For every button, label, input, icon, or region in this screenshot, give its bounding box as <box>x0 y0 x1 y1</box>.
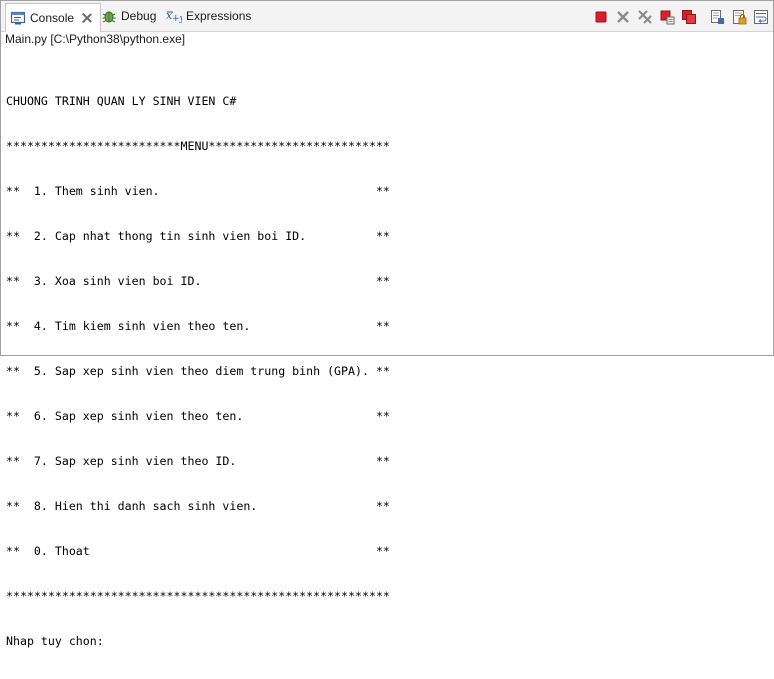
remove-all-terminated-icon <box>638 10 652 24</box>
console-output[interactable]: CHUONG TRINH QUAN LY SINH VIEN C# ******… <box>6 64 390 679</box>
console-line: ** 4. Tim kiem sinh vien theo ten. ** <box>6 319 390 333</box>
console-line: CHUONG TRINH QUAN LY SINH VIEN C# <box>6 94 237 108</box>
tab-debug-label: Debug <box>121 9 157 23</box>
svg-text:+y: +y <box>172 14 182 24</box>
console-line: ** 8. Hien thi danh sach sinh vien. ** <box>6 499 390 513</box>
close-icon[interactable] <box>82 13 92 23</box>
console-line: ** 2. Cap nhat thong tin sinh vien boi I… <box>6 229 390 243</box>
terminate-all-icon <box>682 10 696 24</box>
process-label: Main.py [C:\Python38\python.exe] <box>5 32 186 46</box>
console-line: ** 3. Xoa sinh vien boi ID. ** <box>6 274 390 288</box>
tab-console-label: Console <box>30 11 75 25</box>
console-line: ****************************************… <box>6 589 390 603</box>
console-toolbar <box>587 8 769 26</box>
console-line: ** 7. Sap xep sinh vien theo ID. ** <box>6 454 390 468</box>
terminate-icon <box>595 11 607 23</box>
console-line: *************************MENU***********… <box>6 139 390 153</box>
scroll-lock-icon <box>733 10 747 25</box>
remove-launch-icon <box>617 11 629 23</box>
console-line: ** 5. Sap xep sinh vien theo diem trung … <box>6 364 390 378</box>
debug-bug-icon <box>101 8 117 24</box>
stop-process-icon <box>660 10 675 25</box>
scroll-lock-button[interactable] <box>731 9 747 25</box>
remove-launch-button[interactable] <box>615 9 631 25</box>
terminate-button[interactable] <box>593 9 609 25</box>
terminate-all-button[interactable] <box>681 9 697 25</box>
console-line: ** 0. Thoat ** <box>6 544 390 558</box>
clear-console-icon <box>711 10 724 24</box>
console-input-prompt[interactable]: Nhap tuy chon: <box>6 634 390 649</box>
tab-console[interactable]: Console <box>5 3 101 32</box>
word-wrap-icon <box>754 10 768 24</box>
word-wrap-button[interactable] <box>753 9 769 25</box>
clear-console-button[interactable] <box>709 9 725 25</box>
console-line: ** 6. Sap xep sinh vien theo ten. ** <box>6 409 390 423</box>
tab-debug[interactable]: Debug <box>101 3 161 29</box>
stop-process-button[interactable] <box>659 9 675 25</box>
tab-expressions-label: Expressions <box>186 9 252 23</box>
console-icon <box>10 10 26 26</box>
remove-all-terminated-button[interactable] <box>637 9 653 25</box>
console-line: ** 1. Them sinh vien. ** <box>6 184 390 198</box>
tab-expressions[interactable]: x +y Expressions <box>166 3 256 29</box>
expressions-icon: x +y <box>166 8 186 24</box>
view-tab-bar: Console Debug x + Expressions <box>1 1 773 32</box>
console-view: Console Debug x + Expressions Main.py [C… <box>0 0 774 648</box>
